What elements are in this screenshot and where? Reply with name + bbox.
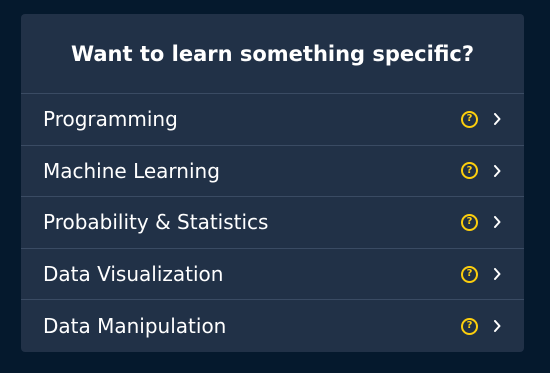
topic-item-data-manipulation[interactable]: Data Manipulation ?: [21, 300, 524, 352]
topic-label: Programming: [43, 107, 178, 132]
topic-item-probability-statistics[interactable]: Probability & Statistics ?: [21, 197, 524, 249]
topic-item-data-visualization[interactable]: Data Visualization ?: [21, 249, 524, 301]
chevron-right-icon: [492, 267, 502, 281]
topic-list: Programming ? Machine Learning ? Probabi…: [21, 94, 524, 352]
topic-item-machine-learning[interactable]: Machine Learning ?: [21, 146, 524, 198]
chevron-right-icon: [492, 319, 502, 333]
topic-card: Want to learn something specific? Progra…: [21, 14, 524, 352]
topic-label: Machine Learning: [43, 158, 220, 183]
help-circle-icon[interactable]: ?: [461, 317, 478, 335]
help-circle-icon[interactable]: ?: [461, 213, 478, 231]
help-circle-icon[interactable]: ?: [461, 110, 478, 128]
topic-item-programming[interactable]: Programming ?: [21, 94, 524, 146]
chevron-right-icon: [492, 164, 502, 178]
chevron-right-icon: [492, 112, 502, 126]
help-circle-icon[interactable]: ?: [461, 265, 478, 283]
card-title: Want to learn something specific?: [21, 14, 524, 94]
topic-label: Data Manipulation: [43, 314, 227, 339]
help-circle-icon[interactable]: ?: [461, 162, 478, 180]
topic-label: Data Visualization: [43, 262, 224, 287]
chevron-right-icon: [492, 215, 502, 229]
topic-label: Probability & Statistics: [43, 210, 269, 235]
